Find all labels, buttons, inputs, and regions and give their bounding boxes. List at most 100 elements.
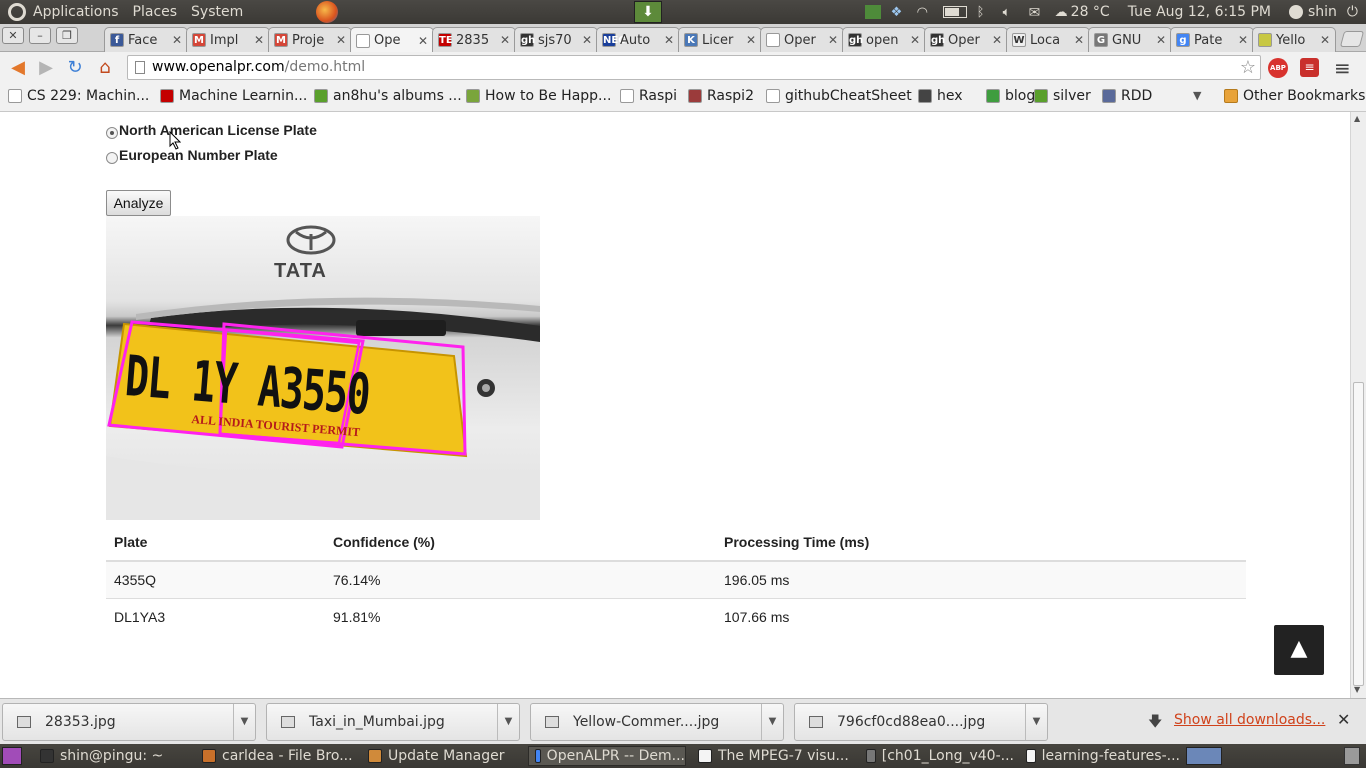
analyze-button[interactable]: Analyze [106,190,171,216]
tab-8[interactable]: Oper ✕ [760,27,844,52]
battery-icon[interactable] [942,6,967,18]
show-desktop-icon[interactable] [2,747,22,765]
radio-north-american[interactable] [106,127,118,139]
tab-0[interactable]: f Face ✕ [104,27,188,52]
show-all-downloads-link[interactable]: Show all downloads... [1174,712,1325,728]
chrome-menu-icon[interactable]: ≡ [1334,56,1351,80]
trash-icon[interactable] [1344,747,1360,765]
close-downloads-icon[interactable]: ✕ [1337,710,1350,729]
tab-close-icon[interactable]: ✕ [417,34,429,48]
tab-13[interactable]: g Pate ✕ [1170,27,1254,52]
address-bar[interactable]: www.openalpr.com/demo.html ☆ [127,55,1261,80]
bookmark-item[interactable]: Machine Learnin... [160,88,307,104]
tab-11[interactable]: W Loca ✕ [1006,27,1090,52]
tab-close-icon[interactable]: ✕ [827,33,839,47]
system-menu[interactable]: System [184,0,250,24]
taskbar-window-button[interactable]: The MPEG-7 visu... [692,746,854,766]
extension-icon[interactable]: ≡ [1300,58,1319,77]
bluetooth-icon[interactable]: ᛒ [977,5,993,20]
tab-10[interactable]: gh Oper ✕ [924,27,1008,52]
back-button[interactable]: ◀ [7,57,29,79]
tab-4[interactable]: TE 2835 ✕ [432,27,516,52]
adblock-icon[interactable]: ABP [1268,58,1288,78]
tab-3[interactable]: Ope ✕ [350,27,434,53]
download-item[interactable]: Taxi_in_Mumbai.jpg ▼ [266,703,520,741]
tab-1[interactable]: M Impl ✕ [186,27,270,52]
download-menu-chevron-icon[interactable]: ▼ [761,704,783,740]
bookmark-item[interactable]: RDD [1102,88,1152,104]
taskbar-window-button[interactable]: carldea - File Bro... [196,746,356,766]
bookmarks-overflow-chevron-icon[interactable]: ▼ [1193,89,1201,102]
download-item[interactable]: Yellow-Commer....jpg ▼ [530,703,784,741]
tab-close-icon[interactable]: ✕ [1073,33,1085,47]
scrollbar-thumb[interactable] [1353,382,1364,686]
tab-close-icon[interactable]: ✕ [335,33,347,47]
update-notifier-icon[interactable] [864,5,881,19]
tab-close-icon[interactable]: ✕ [909,33,921,47]
tab-close-icon[interactable]: ✕ [581,33,593,47]
download-item[interactable]: 28353.jpg ▼ [2,703,256,741]
places-menu[interactable]: Places [126,0,185,24]
workspace-switcher[interactable] [1186,747,1222,765]
back-to-top-button[interactable]: ▲ [1274,625,1324,675]
tab-12[interactable]: G GNU ✕ [1088,27,1172,52]
tab-close-icon[interactable]: ✕ [991,33,1003,47]
tab-close-icon[interactable]: ✕ [1319,33,1331,47]
tab-2[interactable]: M Proje ✕ [268,27,352,52]
dropbox-icon[interactable]: ❖ [891,5,907,20]
taskbar-window-button[interactable]: Update Manager [362,746,522,766]
tab-5[interactable]: gh sjs70 ✕ [514,27,598,52]
scroll-up-arrow-icon[interactable]: ▲ [1354,114,1360,123]
radio-european[interactable] [106,152,118,164]
bookmark-item[interactable]: hex [918,88,963,104]
tab-9[interactable]: gh open ✕ [842,27,926,52]
tab-close-icon[interactable]: ✕ [1155,33,1167,47]
volume-icon[interactable]: 🔈︎ [1003,5,1019,20]
ubuntu-logo-icon[interactable] [8,3,26,21]
page-scrollbar[interactable]: ▲ ▼ [1350,112,1366,698]
scroll-down-arrow-icon[interactable]: ▼ [1354,685,1360,694]
bookmark-item[interactable]: githubCheatSheet [766,88,912,104]
tab-close-icon[interactable]: ✕ [499,33,511,47]
weather-applet[interactable]: ☁︎ 28 °C [1055,4,1110,20]
bookmark-item[interactable]: blog [986,88,1035,104]
wifi-icon[interactable]: ◠ [917,5,933,20]
bookmark-star-icon[interactable]: ☆ [1240,56,1256,79]
power-icon[interactable]: ⏻ [1347,4,1358,20]
tab-close-icon[interactable]: ✕ [745,33,757,47]
bookmark-item[interactable]: CS 229: Machin... [8,88,149,104]
window-minimize-button[interactable]: – [29,27,51,44]
forward-button[interactable]: ▶ [35,57,57,79]
other-bookmarks[interactable]: Other Bookmarks [1224,88,1365,104]
taskbar-window-button[interactable]: OpenALPR -- Dem... [528,746,686,766]
bookmark-item[interactable]: an8hu's albums ... [314,88,462,104]
download-menu-chevron-icon[interactable]: ▼ [233,704,255,740]
firefox-launcher-icon[interactable] [316,1,338,23]
tab-close-icon[interactable]: ✕ [171,33,183,47]
download-applet-icon[interactable]: ⬇ [634,1,662,23]
tab-6[interactable]: NEC Auto ✕ [596,27,680,52]
tab-close-icon[interactable]: ✕ [253,33,265,47]
tab-14[interactable]: Yello ✕ [1252,27,1336,52]
taskbar-window-button[interactable]: learning-features-... [1020,746,1180,766]
mail-icon[interactable]: ✉︎ [1029,5,1045,21]
bookmark-item[interactable]: Raspi2 [688,88,754,104]
home-button[interactable]: ⌂ [94,57,116,79]
download-item[interactable]: 796cf0cd88ea0....jpg ▼ [794,703,1048,741]
tab-close-icon[interactable]: ✕ [663,33,675,47]
window-maximize-button[interactable]: ❐ [56,27,78,44]
user-menu[interactable]: shin [1288,4,1337,20]
download-menu-chevron-icon[interactable]: ▼ [1025,704,1047,740]
bookmark-item[interactable]: Raspi [620,88,677,104]
new-tab-button[interactable] [1339,31,1365,47]
taskbar-window-button[interactable]: [ch01_Long_v40-... [860,746,1014,766]
applications-menu[interactable]: Applications [26,0,126,24]
taskbar-window-button[interactable]: shin@pingu: ~ [34,746,190,766]
bookmark-item[interactable]: silver [1034,88,1091,104]
bookmark-item[interactable]: How to Be Happ... [466,88,611,104]
window-close-button[interactable]: ✕ [2,27,24,44]
tab-7[interactable]: K Licer ✕ [678,27,762,52]
tab-close-icon[interactable]: ✕ [1237,33,1249,47]
clock[interactable]: Tue Aug 12, 6:15 PM [1128,4,1271,20]
download-menu-chevron-icon[interactable]: ▼ [497,704,519,740]
